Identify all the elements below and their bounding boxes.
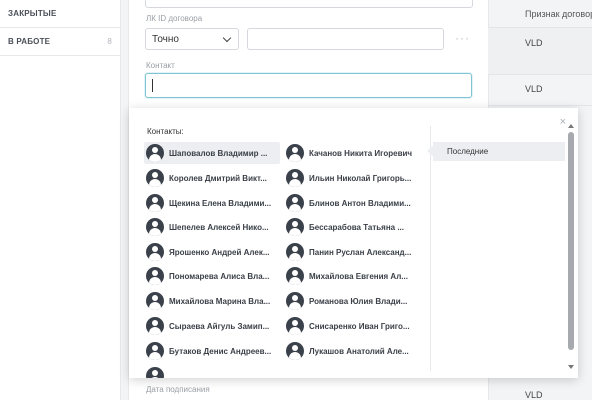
table-cell: VLD — [525, 84, 543, 94]
text-caret — [152, 79, 153, 92]
contact-input[interactable] — [145, 73, 472, 98]
contact-item[interactable]: Бессарабова Татьяна ... — [284, 216, 420, 238]
avatar-icon — [146, 194, 164, 212]
avatar-icon — [286, 317, 304, 335]
table-row[interactable]: VLD — [488, 28, 592, 74]
contact-name: Пономарева Алиса Вла... — [169, 271, 270, 281]
contact-name: Шепелев Алексей Нико... — [169, 222, 269, 232]
contact-item[interactable]: Романова Юлия Влади... — [284, 290, 420, 312]
contact-item[interactable]: Пономарева Алиса Вла... — [144, 265, 280, 287]
contact-item[interactable]: Блинов Антон Владими... — [284, 192, 420, 214]
contact-name: Сыраева Айгуль Замип... — [169, 321, 270, 331]
contacts-title: Контакты: — [147, 127, 184, 136]
popup-divider — [430, 126, 431, 371]
sidebar-item-in-progress[interactable]: В РАБОТЕ 8 — [0, 28, 120, 56]
contact-item[interactable]: Снисаренко Иван Григо... — [284, 315, 420, 337]
avatar-icon — [146, 342, 164, 360]
avatar-icon — [146, 169, 164, 187]
match-mode-select[interactable]: Точно — [145, 28, 239, 50]
contact-item[interactable]: Сыраева Айгуль Замип... — [144, 315, 280, 337]
table-cell: VLD — [525, 390, 543, 400]
avatar-icon — [286, 292, 304, 310]
top-field[interactable] — [145, 0, 473, 8]
avatar-icon — [146, 144, 164, 162]
contact-name: Щекина Елена Владими... — [169, 198, 272, 208]
column-header-contract-attr: Признак договора — [525, 9, 592, 19]
sidebar-item-label: В РАБОТЕ — [8, 37, 51, 46]
scrollbar-thumb[interactable] — [568, 132, 574, 350]
sidebar: ЗАКРЫТЫЕ В РАБОТЕ 8 — [0, 0, 121, 400]
avatar-icon — [286, 218, 304, 236]
contact-item[interactable]: Качанов Никита Игоревич — [284, 142, 420, 164]
contact-item[interactable]: Бутаков Денис Андреев... — [144, 340, 280, 362]
contact-name: Панин Руслан Александ... — [309, 247, 412, 257]
contact-name: Ильин Николай Григорь... — [309, 173, 412, 183]
avatar-icon — [286, 144, 304, 162]
contract-id-label: ЛК ID договора — [146, 14, 203, 23]
contact-name: Бутаков Денис Андреев... — [169, 346, 272, 356]
avatar-icon — [146, 267, 164, 285]
contact-item[interactable]: Шаповалов Владимир ... — [144, 142, 280, 164]
scroll-down-icon[interactable] — [568, 365, 574, 369]
contact-name: Ярошенко Андрей Алек... — [169, 247, 270, 257]
avatar-icon — [286, 342, 304, 360]
contact-name: Лукашов Анатолий Але... — [309, 346, 409, 356]
contact-name: Блинов Антон Владими... — [309, 198, 411, 208]
row-divider — [488, 74, 592, 75]
contact-item-partial[interactable] — [144, 365, 280, 378]
contact-item[interactable]: Щекина Елена Владими... — [144, 192, 280, 214]
contact-name: Михайлова Евгения Ал... — [309, 271, 408, 281]
avatar-icon — [146, 243, 164, 261]
match-mode-value: Точно — [152, 34, 179, 45]
avatar-icon — [146, 367, 164, 378]
chevron-down-icon — [222, 33, 232, 43]
sign-date-label: Дата подписания — [146, 385, 210, 394]
sidebar-item-label: ЗАКРЫТЫЕ — [8, 9, 57, 18]
avatar-icon — [146, 218, 164, 236]
avatar-icon — [286, 267, 304, 285]
contact-item[interactable]: Михайлова Евгения Ал... — [284, 265, 420, 287]
contact-name: Бессарабова Татьяна ... — [309, 222, 404, 232]
avatar-icon — [286, 243, 304, 261]
close-icon[interactable]: × — [560, 116, 566, 128]
contact-name: Снисаренко Иван Григо... — [309, 321, 410, 331]
contact-name: Шаповалов Владимир ... — [169, 148, 268, 158]
contact-item[interactable]: Михайлова Марина Вла... — [144, 290, 280, 312]
contact-item[interactable]: Шепелев Алексей Нико... — [144, 216, 280, 238]
contact-label: Контакт — [146, 61, 175, 70]
row-divider — [488, 105, 592, 106]
contract-id-input[interactable] — [247, 28, 444, 50]
contact-item[interactable]: Панин Руслан Александ... — [284, 241, 420, 263]
avatar-icon — [286, 194, 304, 212]
contact-name: Королев Дмитрий Викт... — [169, 173, 267, 183]
sidebar-item-closed[interactable]: ЗАКРЫТЫЕ — [0, 0, 120, 28]
contact-name: Романова Юлия Влади... — [309, 296, 408, 306]
tab-recent[interactable]: Последние — [427, 142, 565, 161]
contact-item[interactable]: Ильин Николай Григорь... — [284, 167, 420, 189]
table-cell: VLD — [525, 38, 543, 48]
avatar-icon — [286, 169, 304, 187]
contact-item[interactable]: Королев Дмитрий Викт... — [144, 167, 280, 189]
contact-name: Михайлова Марина Вла... — [169, 296, 271, 306]
scroll-up-icon[interactable] — [568, 124, 574, 128]
avatar-icon — [146, 317, 164, 335]
avatar-icon — [146, 292, 164, 310]
contact-item[interactable]: Ярошенко Андрей Алек... — [144, 241, 280, 263]
more-icon[interactable]: ··· — [455, 31, 470, 45]
scrollbar[interactable] — [568, 124, 574, 372]
sidebar-item-count: 8 — [107, 37, 112, 46]
contact-dropdown: × Контакты: Шаповалов Владимир ... Качан… — [129, 108, 578, 378]
contact-item[interactable]: Лукашов Анатолий Але... — [284, 340, 420, 362]
contact-name: Качанов Никита Игоревич — [309, 148, 413, 158]
